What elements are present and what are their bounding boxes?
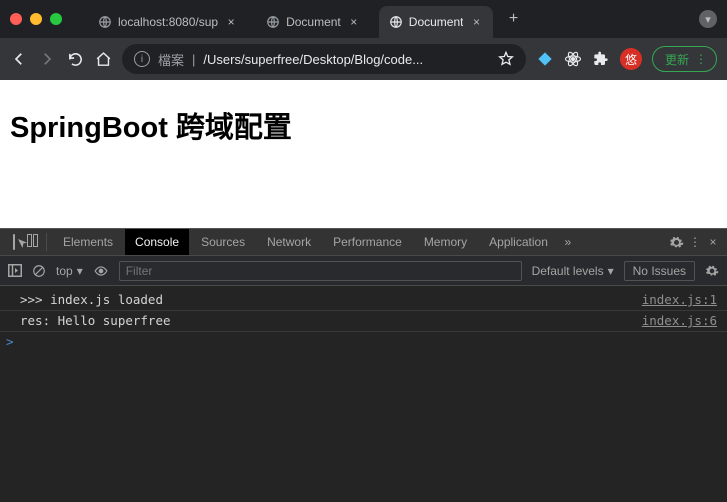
browser-tab-3-active[interactable]: Document × [379, 6, 494, 38]
update-button[interactable]: 更新 ⋮ [652, 46, 717, 72]
new-tab-button[interactable]: + [501, 10, 525, 28]
devtools-tab-elements[interactable]: Elements [53, 229, 123, 255]
console-log-row: >>> index.js loaded index.js:1 [0, 290, 727, 311]
devtools-tab-memory[interactable]: Memory [414, 229, 477, 255]
extensions-puzzle-icon[interactable] [592, 50, 610, 68]
globe-icon [98, 15, 112, 29]
page-heading: SpringBoot 跨域配置 [10, 104, 717, 146]
console-filter-input[interactable] [119, 261, 522, 281]
log-message: res: Hello superfree [20, 312, 642, 330]
caret-down-icon: ▾ [608, 264, 614, 278]
live-expression-eye-icon[interactable] [93, 264, 109, 278]
close-devtools-icon[interactable]: × [705, 235, 721, 249]
back-button[interactable] [10, 50, 28, 68]
console-toolbar: top ▾ Default levels ▾ No Issues [0, 256, 727, 286]
devtools-tab-application[interactable]: Application [479, 229, 558, 255]
devtools-tab-console[interactable]: Console [125, 229, 189, 255]
devtools-panel: Elements Console Sources Network Perform… [0, 228, 727, 502]
reload-button[interactable] [66, 50, 84, 68]
page-content: SpringBoot 跨域配置 [0, 80, 727, 228]
log-levels-selector[interactable]: Default levels ▾ [532, 264, 614, 278]
globe-icon [266, 15, 280, 29]
kebab-menu-icon[interactable]: ⋮ [687, 235, 703, 249]
log-source-link[interactable]: index.js:6 [642, 312, 717, 330]
address-bar[interactable]: i 檔案 | /Users/superfree/Desktop/Blog/cod… [122, 44, 526, 74]
close-window-button[interactable] [10, 13, 22, 25]
maximize-window-button[interactable] [50, 13, 62, 25]
log-message: >>> index.js loaded [20, 291, 642, 309]
tab-list-chevron-icon[interactable]: ▾ [699, 10, 717, 28]
extension-diamond-icon[interactable] [536, 50, 554, 68]
url-scheme-label: 檔案 [158, 50, 184, 69]
devtools-tabbar: Elements Console Sources Network Perform… [0, 228, 727, 256]
devtools-tab-performance[interactable]: Performance [323, 229, 412, 255]
console-output[interactable]: >>> index.js loaded index.js:1 res: Hell… [0, 286, 727, 502]
inspect-element-icon[interactable] [6, 235, 22, 249]
close-tab-icon[interactable]: × [347, 15, 361, 29]
tab-title: Document [409, 15, 464, 29]
bookmark-star-icon[interactable] [498, 51, 514, 67]
browser-tab-2[interactable]: Document × [256, 6, 371, 38]
console-prompt[interactable]: > [0, 332, 727, 351]
close-tab-icon[interactable]: × [224, 15, 238, 29]
forward-button[interactable] [38, 50, 56, 68]
url-path: /Users/superfree/Desktop/Blog/code... [203, 52, 423, 67]
clear-console-icon[interactable] [32, 264, 46, 278]
globe-icon [389, 15, 403, 29]
update-button-label: 更新 [665, 51, 689, 68]
react-devtools-icon[interactable] [564, 50, 582, 68]
devtools-tab-network[interactable]: Network [257, 229, 321, 255]
log-source-link[interactable]: index.js:1 [642, 291, 717, 309]
console-sidebar-toggle-icon[interactable] [8, 264, 22, 277]
prompt-chevron-icon: > [6, 334, 14, 349]
close-tab-icon[interactable]: × [469, 15, 483, 29]
execution-context-selector[interactable]: top ▾ [56, 264, 83, 278]
browser-toolbar: i 檔案 | /Users/superfree/Desktop/Blog/cod… [0, 38, 727, 80]
console-settings-gear-icon[interactable] [705, 264, 719, 278]
minimize-window-button[interactable] [30, 13, 42, 25]
traffic-lights [10, 13, 62, 25]
caret-down-icon: ▾ [77, 264, 83, 278]
console-log-row: res: Hello superfree index.js:6 [0, 311, 727, 332]
window-titlebar: localhost:8080/sup × Document × Document… [0, 0, 727, 38]
home-button[interactable] [94, 50, 112, 68]
menu-dots-icon: ⋮ [695, 52, 706, 66]
tab-title: localhost:8080/sup [118, 15, 218, 29]
settings-gear-icon[interactable] [669, 235, 685, 250]
issues-button[interactable]: No Issues [624, 261, 695, 281]
profile-badge[interactable]: 悠 [620, 48, 642, 70]
devtools-tab-sources[interactable]: Sources [191, 229, 255, 255]
more-tabs-chevron-icon[interactable]: » [560, 235, 576, 249]
browser-tab-1[interactable]: localhost:8080/sup × [88, 6, 248, 38]
site-info-icon[interactable]: i [134, 51, 150, 67]
tab-title: Document [286, 15, 341, 29]
